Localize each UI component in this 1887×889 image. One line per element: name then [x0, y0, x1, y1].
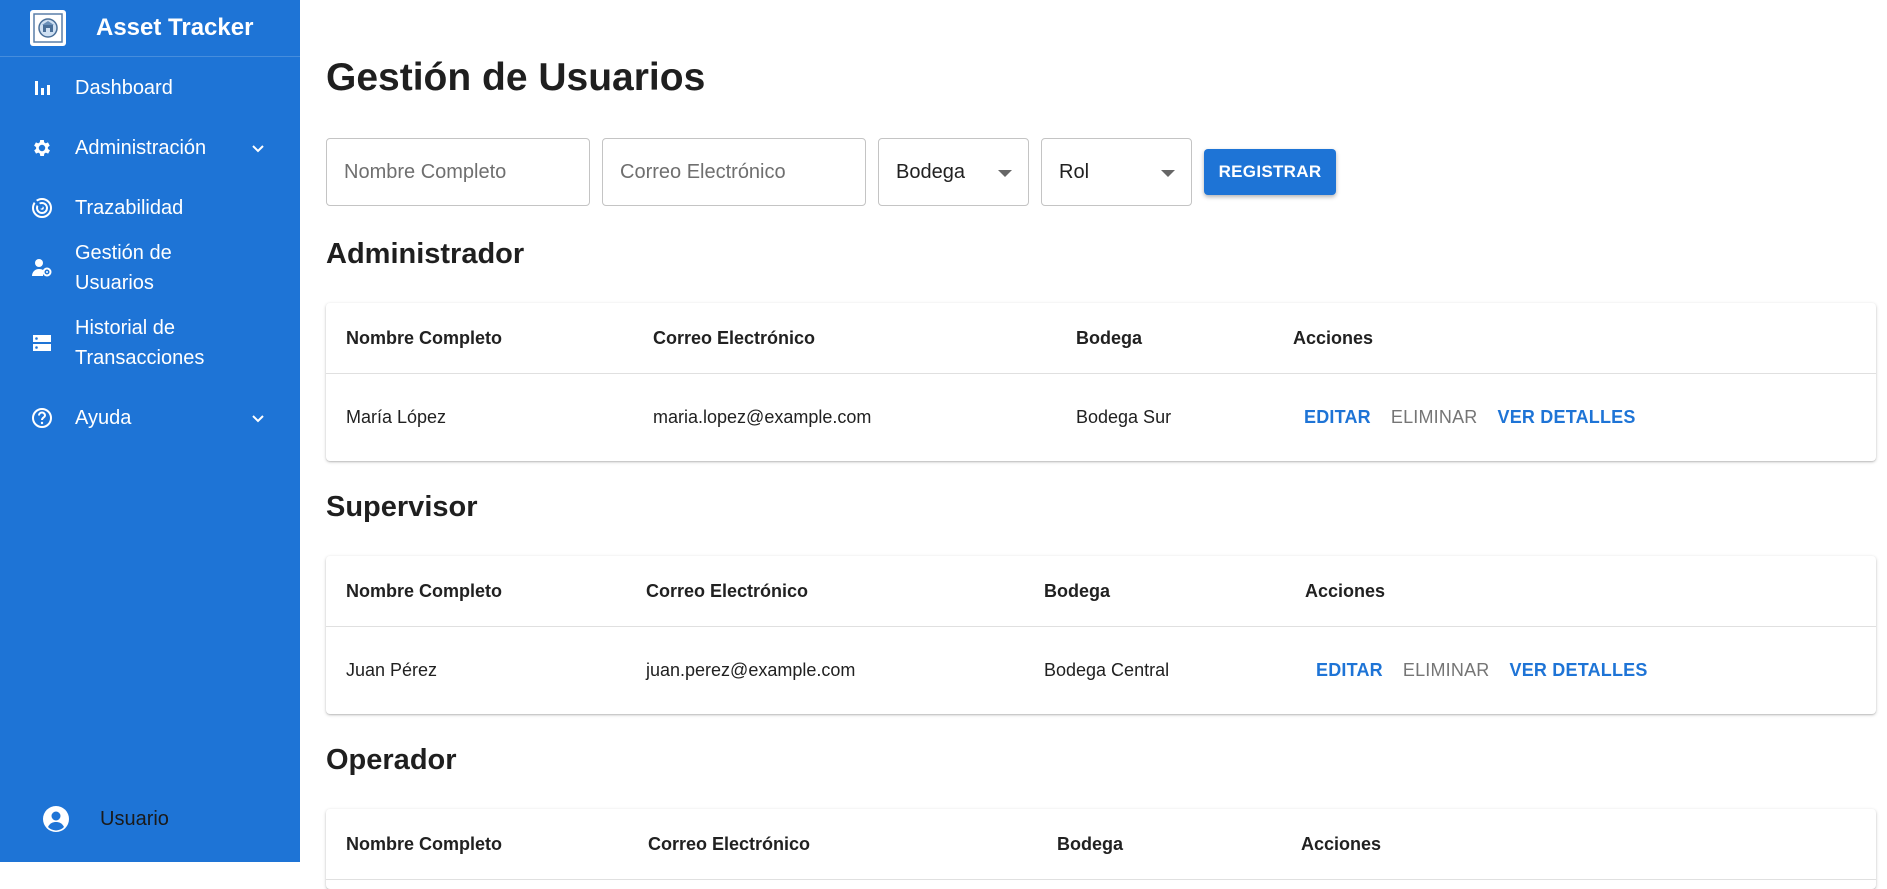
sidebar-item-label: Dashboard — [75, 77, 173, 99]
rol-select[interactable]: Rol — [1041, 138, 1192, 206]
table-row: Juan Pérez juan.perez@example.com Bodega… — [326, 627, 1876, 714]
sidebar-item-label: Gestión de Usuarios — [75, 242, 172, 294]
user-settings-icon — [30, 256, 54, 280]
view-details-button[interactable]: VER DETALLES — [1510, 660, 1648, 681]
column-header: Correo Electrónico — [648, 833, 811, 854]
email-field[interactable]: Correo Electrónico — [602, 138, 866, 206]
bodega-select-label: Bodega — [896, 160, 965, 183]
sidebar-item-gestion-usuarios[interactable]: Gestión de Usuarios — [0, 238, 300, 298]
user-bodega: Bodega Central — [1044, 660, 1170, 680]
column-header: Acciones — [1293, 327, 1374, 348]
account-circle-icon — [42, 805, 70, 833]
storage-icon — [30, 331, 54, 355]
row-actions: EDITAR ELIMINAR VER DETALLES — [1304, 374, 1656, 461]
brand: Asset Tracker — [0, 0, 300, 57]
chevron-down-icon — [250, 410, 266, 426]
role-heading-operador: Operador — [326, 744, 457, 776]
column-header: Nombre Completo — [346, 580, 503, 601]
edit-button[interactable]: EDITAR — [1304, 407, 1371, 428]
sidebar-item-label: Historial de Transacciones — [75, 317, 205, 369]
role-heading-supervisor: Supervisor — [326, 491, 478, 523]
table-header: Nombre Completo Correo Electrónico Bodeg… — [326, 809, 1876, 880]
table-row: María López maria.lopez@example.com Bode… — [326, 374, 1876, 461]
rol-select-label: Rol — [1059, 160, 1090, 183]
user-name: Juan Pérez — [346, 660, 438, 680]
user-name: María López — [346, 407, 447, 427]
warehouse-logo-icon — [30, 10, 66, 46]
sidebar-item-historial[interactable]: Historial de Transacciones — [0, 298, 300, 388]
user-bodega: Bodega Sur — [1076, 407, 1172, 427]
column-header: Acciones — [1301, 833, 1382, 854]
sidebar-item-label: Ayuda — [75, 407, 132, 429]
user-menu[interactable]: Usuario — [0, 776, 300, 862]
name-field[interactable]: Nombre Completo — [326, 138, 590, 206]
help-circle-icon — [30, 406, 54, 430]
column-header: Correo Electrónico — [646, 580, 809, 601]
column-header: Nombre Completo — [346, 327, 503, 348]
sidebar-item-label: Administración — [75, 137, 207, 159]
sidebar-item-ayuda[interactable]: Ayuda — [0, 388, 300, 448]
page-title: Gestión de Usuarios — [326, 56, 706, 99]
register-form: Nombre Completo Correo Electrónico Bodeg… — [326, 138, 1336, 206]
delete-button[interactable]: ELIMINAR — [1403, 660, 1490, 681]
user-label: Usuario — [100, 807, 169, 830]
row-actions: EDITAR ELIMINAR VER DETALLES — [1316, 627, 1668, 714]
users-table-operador: Nombre Completo Correo Electrónico Bodeg… — [326, 809, 1876, 889]
table-header: Nombre Completo Correo Electrónico Bodeg… — [326, 303, 1876, 374]
radar-icon — [30, 196, 54, 220]
user-email: maria.lopez@example.com — [653, 407, 872, 427]
dropdown-arrow-icon — [998, 170, 1012, 177]
column-header: Bodega — [1044, 580, 1111, 601]
bar-chart-icon — [30, 76, 54, 100]
column-header: Acciones — [1305, 580, 1386, 601]
user-email: juan.perez@example.com — [646, 660, 856, 680]
edit-button[interactable]: EDITAR — [1316, 660, 1383, 681]
sidebar: Asset Tracker Dashboard Administración T… — [0, 0, 300, 862]
column-header: Bodega — [1076, 327, 1143, 348]
users-table-supervisor: Nombre Completo Correo Electrónico Bodeg… — [326, 556, 1876, 714]
users-table-administrador: Nombre Completo Correo Electrónico Bodeg… — [326, 303, 1876, 461]
delete-button[interactable]: ELIMINAR — [1391, 407, 1478, 428]
sidebar-item-trazabilidad[interactable]: Trazabilidad — [0, 178, 300, 238]
chevron-down-icon — [250, 140, 266, 156]
gear-icon — [30, 136, 54, 160]
register-button[interactable]: REGISTRAR — [1204, 149, 1336, 195]
sidebar-item-administracion[interactable]: Administración — [0, 118, 300, 178]
sidebar-item-dashboard[interactable]: Dashboard — [0, 58, 300, 118]
bodega-select[interactable]: Bodega — [878, 138, 1029, 206]
view-details-button[interactable]: VER DETALLES — [1498, 407, 1636, 428]
role-heading-administrador: Administrador — [326, 238, 525, 270]
app-title: Asset Tracker — [96, 14, 254, 41]
sidebar-nav: Dashboard Administración Trazabilidad Ge… — [0, 58, 300, 448]
sidebar-item-label: Trazabilidad — [75, 197, 184, 219]
table-header: Nombre Completo Correo Electrónico Bodeg… — [326, 556, 1876, 627]
column-header: Correo Electrónico — [653, 327, 816, 348]
column-header: Nombre Completo — [346, 833, 503, 854]
column-header: Bodega — [1057, 833, 1124, 854]
dropdown-arrow-icon — [1161, 170, 1175, 177]
